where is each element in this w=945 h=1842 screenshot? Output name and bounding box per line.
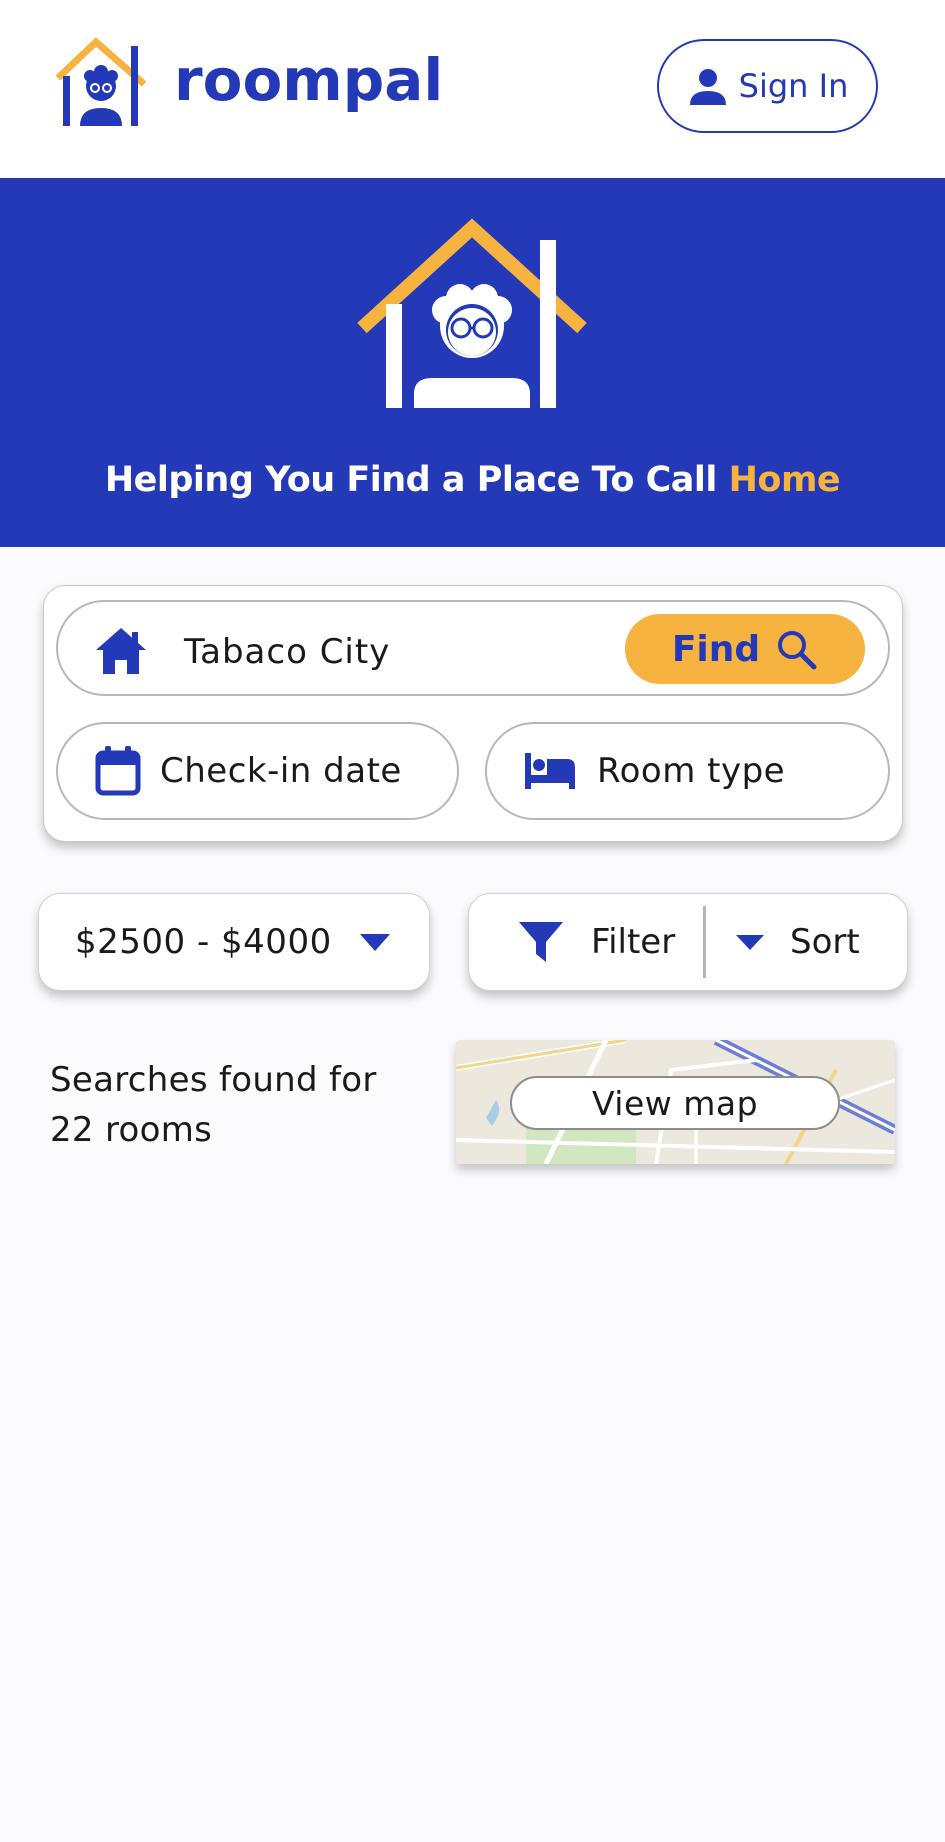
chevron-down-icon [736, 935, 764, 950]
filter-funnel-icon [519, 922, 563, 962]
search-card: Tabaco City Find Check-in date Room type [43, 585, 903, 842]
view-map-label: View map [591, 1083, 759, 1123]
results-summary: Searches found for 22 rooms [50, 1055, 410, 1155]
user-icon [689, 69, 726, 105]
home-icon [96, 628, 146, 674]
location-field[interactable]: Tabaco City Find [56, 600, 890, 696]
filter-label: Filter [591, 922, 676, 962]
price-range-dropdown[interactable]: $2500 - $4000 [38, 893, 430, 991]
find-label: Find [671, 628, 761, 670]
house-person-logo-icon [55, 37, 147, 126]
results-count: 22 rooms [50, 1110, 213, 1150]
search-icon [778, 631, 817, 670]
chevron-down-icon [359, 934, 390, 951]
filter-button[interactable]: Filter [469, 894, 705, 990]
calendar-icon [95, 746, 141, 796]
find-button[interactable]: Find [625, 614, 865, 684]
filter-sort-bar: Filter Sort [468, 893, 908, 991]
view-map-button[interactable]: View map [510, 1076, 840, 1130]
checkin-date-field[interactable]: Check-in date [56, 722, 459, 820]
results-line-1: Searches found for [50, 1060, 377, 1100]
price-range-value: $2500 - $4000 [75, 922, 332, 962]
tagline-accent: Home [728, 460, 841, 500]
tagline-text: Helping You Find a Place To Call [104, 460, 729, 500]
room-type-label: Room type [597, 751, 786, 791]
house-person-hero-icon [357, 218, 587, 408]
hero-tagline: Helping You Find a Place To Call Home [0, 460, 945, 500]
bed-icon [525, 753, 575, 789]
brand-logo[interactable]: roompal [54, 36, 443, 128]
hero-banner: Helping You Find a Place To Call Home [0, 178, 945, 547]
location-value: Tabaco City [184, 632, 391, 672]
sort-label: Sort [790, 922, 860, 962]
checkin-date-label: Check-in date [160, 751, 402, 791]
sign-in-label: Sign In [738, 67, 849, 105]
brand-name: roompal [174, 46, 444, 114]
app-header: roompal Sign In [0, 0, 945, 178]
sign-in-button[interactable]: Sign In [657, 39, 878, 133]
room-type-field[interactable]: Room type [485, 722, 890, 820]
map-preview[interactable]: View map [456, 1040, 895, 1164]
sort-button[interactable]: Sort [706, 894, 906, 990]
